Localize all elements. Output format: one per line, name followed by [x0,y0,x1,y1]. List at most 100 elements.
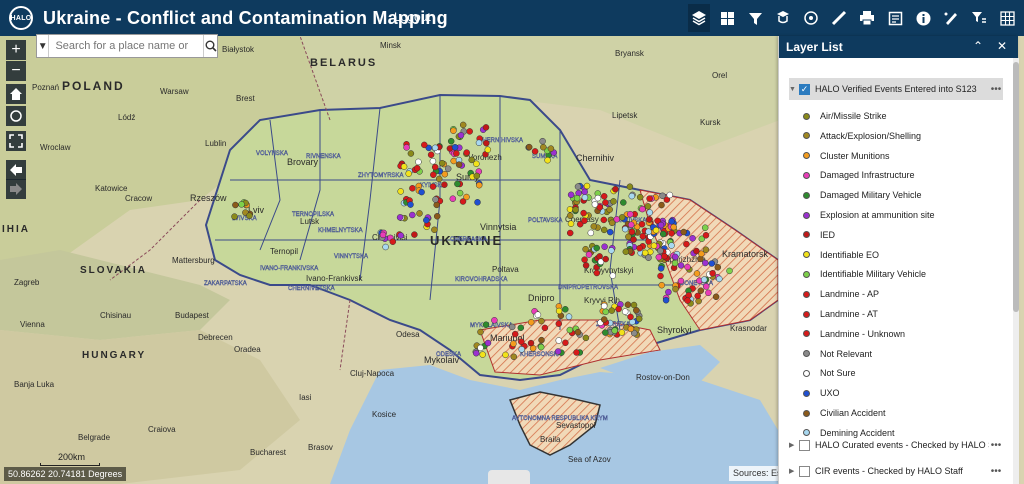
search-source-dropdown[interactable]: ▼ [37,35,50,57]
event-point[interactable] [562,306,569,313]
event-point[interactable] [389,238,397,245]
event-point[interactable] [662,296,670,304]
event-point[interactable] [672,253,679,261]
layer-checkbox[interactable] [799,439,810,451]
event-point[interactable] [379,231,387,239]
event-point[interactable] [677,277,685,285]
event-point[interactable] [396,214,404,221]
event-point[interactable] [665,288,672,296]
event-point[interactable] [544,156,551,164]
event-point[interactable] [382,243,389,251]
event-point[interactable] [541,324,549,332]
event-point[interactable] [477,344,484,352]
event-point[interactable] [565,313,573,320]
event-point[interactable] [601,243,608,250]
caret-right-icon[interactable]: ▶ [789,467,799,475]
event-point[interactable] [429,183,437,190]
event-point[interactable] [449,195,457,202]
event-point[interactable] [708,260,716,267]
event-point[interactable] [638,220,646,228]
event-point[interactable] [418,188,425,196]
event-point[interactable] [658,201,665,209]
event-point[interactable] [694,292,701,300]
event-point[interactable] [600,316,608,323]
event-point[interactable] [709,270,716,277]
event-point[interactable] [702,283,710,290]
event-point[interactable] [554,348,562,355]
zoom-out-button[interactable]: − [6,61,26,81]
event-point[interactable] [413,164,421,172]
zoom-in-button[interactable]: + [6,40,26,60]
event-point[interactable] [726,267,733,275]
event-point[interactable] [600,302,608,310]
event-point[interactable] [684,263,691,271]
event-point[interactable] [608,219,616,227]
event-point[interactable] [582,334,590,342]
event-point[interactable] [407,201,414,208]
event-point[interactable] [582,262,590,269]
event-point[interactable] [593,269,601,277]
event-point[interactable] [459,121,467,129]
more-options-icon[interactable]: ••• [989,440,1003,451]
event-point[interactable] [633,307,640,314]
home-button[interactable] [6,84,26,104]
event-point[interactable] [655,253,663,261]
event-point[interactable] [624,301,632,308]
event-point[interactable] [573,349,580,356]
event-point[interactable] [567,220,575,227]
event-point[interactable] [652,226,660,234]
query-icon[interactable] [968,4,990,32]
event-point[interactable] [668,242,675,249]
event-point[interactable] [405,170,412,177]
measure-icon[interactable] [828,4,850,32]
event-point[interactable] [555,307,563,315]
event-point[interactable] [472,349,480,357]
event-point[interactable] [677,262,685,269]
event-point[interactable] [572,206,579,213]
event-point[interactable] [693,270,701,277]
summary-icon[interactable] [884,4,906,32]
event-point[interactable] [702,259,709,267]
event-point[interactable] [539,137,546,145]
fullscreen-button[interactable] [6,131,26,151]
event-point[interactable] [621,308,629,315]
event-point[interactable] [502,351,509,359]
event-point[interactable] [608,307,616,314]
event-point[interactable] [508,323,516,331]
event-point[interactable] [491,317,498,324]
event-point[interactable] [473,172,481,180]
event-point[interactable] [510,340,517,347]
event-point[interactable] [593,244,600,252]
event-point[interactable] [701,224,709,231]
event-point[interactable] [697,287,705,294]
event-point[interactable] [602,308,609,316]
event-point[interactable] [583,182,591,190]
event-point[interactable] [657,272,664,280]
event-point[interactable] [602,329,609,336]
event-point[interactable] [468,156,475,164]
event-point[interactable] [453,150,460,157]
event-point[interactable] [657,221,665,229]
event-point[interactable] [596,253,603,260]
event-point[interactable] [606,206,613,213]
event-point[interactable] [407,150,415,157]
event-point[interactable] [479,351,486,358]
event-point[interactable] [600,226,608,234]
logout-link[interactable]: Logout [394,10,431,24]
event-point[interactable] [626,183,634,190]
event-point[interactable] [435,175,443,183]
event-point[interactable] [455,161,463,168]
event-point[interactable] [566,326,574,334]
event-point[interactable] [416,210,423,217]
search-input[interactable] [49,35,204,57]
event-point[interactable] [431,226,438,234]
event-point[interactable] [555,337,563,344]
event-point[interactable] [430,171,437,179]
more-options-icon[interactable]: ••• [989,466,1003,477]
event-point[interactable] [438,159,446,167]
bookmark-icon[interactable] [772,4,794,32]
event-point[interactable] [457,132,465,139]
event-point[interactable] [630,236,637,243]
event-point[interactable] [618,214,626,221]
event-point[interactable] [668,230,675,237]
